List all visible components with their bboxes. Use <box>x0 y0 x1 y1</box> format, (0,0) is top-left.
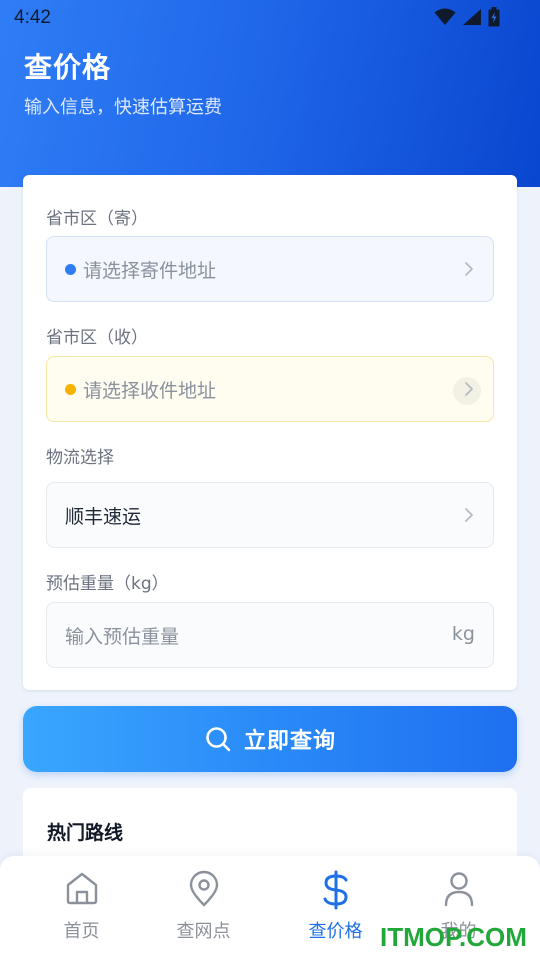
receiver-address-label: 省市区（收） <box>46 328 148 348</box>
chevron-right-icon <box>465 382 473 396</box>
watermark: ITMOP.COM <box>380 922 527 952</box>
page-subtitle: 输入信息，快速估算运费 <box>24 97 222 118</box>
status-icons <box>434 7 500 27</box>
chevron-right-icon <box>465 508 473 522</box>
sender-address-selector[interactable]: 请选择寄件地址 <box>46 236 494 302</box>
sender-address-label: 省市区（寄） <box>46 209 148 229</box>
status-time: 4:42 <box>14 7 51 28</box>
page-title: 查价格 <box>24 51 112 84</box>
weight-label: 预估重量（kg） <box>46 574 169 594</box>
chevron-right-icon <box>465 262 473 276</box>
signal-icon <box>463 9 481 25</box>
location-pin-icon <box>189 870 218 907</box>
sender-dot-icon <box>65 263 76 275</box>
query-button[interactable]: 立即查询 <box>23 706 517 772</box>
hot-routes-title: 热门路线 <box>47 822 124 844</box>
weight-input[interactable]: 输入预估重量 kg <box>46 602 494 668</box>
wifi-icon <box>434 8 456 25</box>
user-icon <box>444 872 473 907</box>
battery-icon <box>488 7 500 27</box>
nav-item-outlets[interactable]: 查网点 <box>136 856 271 960</box>
price-form-card: 省市区（寄） 请选择寄件地址 省市区（收） 请选择收件地址 物流选择 顺丰速运 … <box>23 175 517 690</box>
sender-address-placeholder: 请选择寄件地址 <box>83 259 217 282</box>
logistics-label: 物流选择 <box>46 448 114 468</box>
receiver-dot-icon <box>65 383 76 395</box>
status-bar: 4:42 <box>0 0 540 36</box>
logistics-selector[interactable]: 顺丰速运 <box>46 482 494 548</box>
query-button-label: 立即查询 <box>243 729 336 754</box>
nav-label-outlets: 查网点 <box>176 921 231 942</box>
receiver-address-placeholder: 请选择收件地址 <box>83 379 217 402</box>
weight-placeholder: 输入预估重量 <box>65 625 180 648</box>
logistics-value: 顺丰速运 <box>65 505 142 528</box>
weight-unit: kg <box>451 623 475 645</box>
nav-item-home[interactable]: 首页 <box>14 856 149 960</box>
nav-label-home: 首页 <box>63 921 100 942</box>
receiver-address-selector[interactable]: 请选择收件地址 <box>46 356 494 422</box>
dollar-icon <box>323 870 348 910</box>
search-icon <box>206 727 231 752</box>
home-icon <box>66 872 97 905</box>
